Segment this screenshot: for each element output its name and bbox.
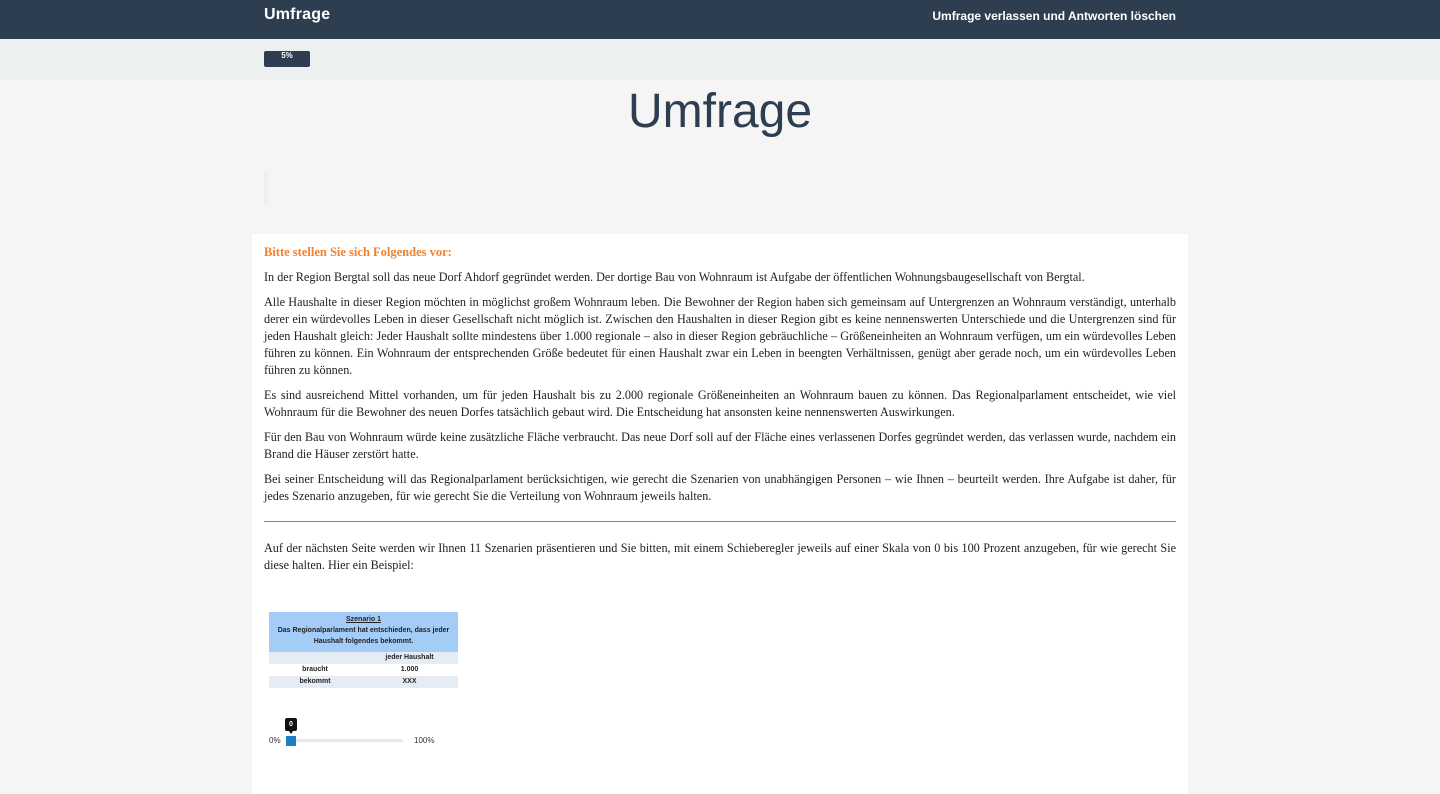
exit-survey-link[interactable]: Umfrage verlassen und Antworten löschen [932, 9, 1176, 23]
slider-handle[interactable] [286, 736, 296, 746]
row-value: 1.000 [400, 666, 419, 673]
slider-min-label: 0% [269, 736, 281, 745]
slider-value-tooltip: 0 [285, 718, 297, 734]
intro-paragraph: Alle Haushalte in dieser Region möchten … [264, 295, 1176, 377]
intro-paragraph: Es sind ausreichend Mittel vorhanden, um… [264, 388, 1176, 419]
divider [264, 521, 1176, 522]
intro-heading: Bitte stellen Sie sich Folgendes vor: [264, 245, 452, 259]
scenario-title: Szenario 1 [345, 616, 381, 623]
progress-section: 5% [0, 39, 1440, 80]
table-row: bekommt XXX [269, 676, 458, 688]
table-header-row: jeder Haushalt [269, 652, 458, 664]
table-row: braucht 1.000 [269, 664, 458, 676]
progress-label: 5% [281, 51, 293, 60]
intro-paragraph: In der Region Bergtal soll das neue Dorf… [264, 270, 1085, 284]
description-blockquote [264, 170, 268, 206]
scenario-header: Szenario 1 Das Regionalparlament hat ent… [269, 612, 458, 652]
column-header: jeder Haushalt [385, 654, 434, 661]
question-panel: Bitte stellen Sie sich Folgendes vor: In… [252, 234, 1188, 794]
next-page-text: Auf der nächsten Seite werden wir Ihnen … [264, 541, 1176, 572]
intro-paragraph: Für den Bau von Wohnraum würde keine zus… [264, 430, 1176, 461]
row-label: bekommt [299, 678, 331, 685]
intro-content: Bitte stellen Sie sich Folgendes vor: In… [264, 244, 1176, 582]
slider-track[interactable] [287, 739, 403, 742]
example-slider: 0 0% 100% [269, 718, 469, 758]
row-label: braucht [302, 666, 328, 673]
progress-bar: 5% [264, 51, 310, 67]
row-value: XXX [402, 678, 417, 685]
top-navbar: Umfrage Umfrage verlassen und Antworten … [0, 0, 1440, 39]
intro-paragraph: Bei seiner Entscheidung will das Regiona… [264, 472, 1176, 503]
example-scenario-table: Szenario 1 Das Regionalparlament hat ent… [269, 612, 458, 688]
page-title: Umfrage [627, 85, 813, 138]
brand-title: Umfrage [264, 6, 331, 23]
progress-track: 5% [264, 51, 1176, 67]
slider-max-label: 100% [414, 736, 435, 745]
scenario-description: Das Regionalparlament hat entschieden, d… [277, 627, 450, 645]
